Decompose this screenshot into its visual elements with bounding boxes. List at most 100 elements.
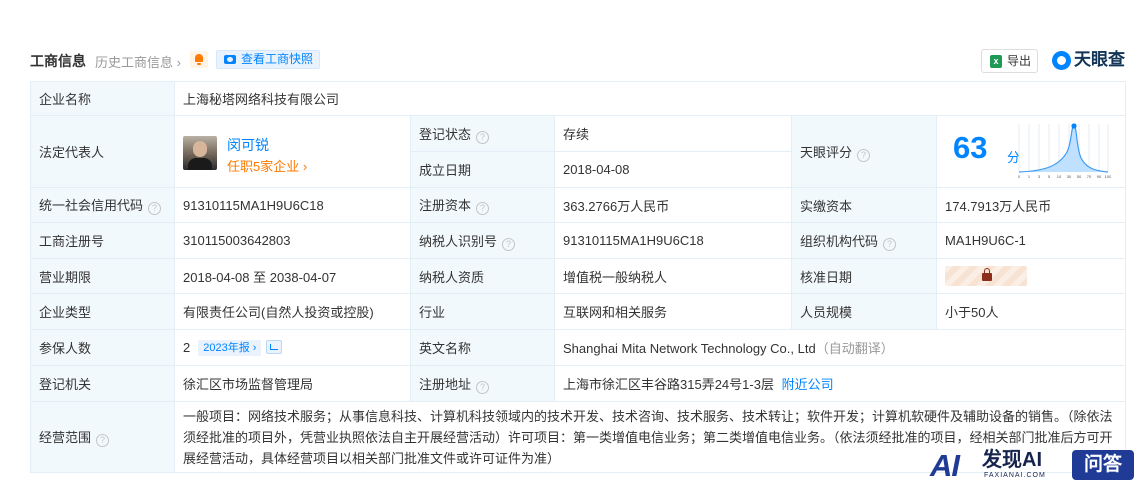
score-tick-label: 30 <box>1067 174 1072 179</box>
help-icon[interactable]: ? <box>857 148 871 162</box>
term-label: 营业期限 <box>30 258 175 294</box>
watermark: AI 发现AI FAXIANAI.COM 问答 <box>930 446 1142 486</box>
insured-cell: 2 2023年报 › <box>174 329 411 366</box>
avatar[interactable] <box>183 136 217 170</box>
scope-label-cell: 经营范围? <box>30 401 175 473</box>
staff-size-label: 人员规模 <box>791 293 937 330</box>
score-tick-label: 3 <box>1038 174 1041 179</box>
table-row: 法定代表人 闵可锐 任职5家企业 › 登记状态? 存续 天眼评分? 63 分 0… <box>30 115 1127 188</box>
watermark-qa-button: 问答 <box>1072 450 1134 480</box>
export-button-label[interactable]: 导出 <box>1007 54 1031 68</box>
history-link[interactable]: 历史工商信息 › <box>95 52 181 71</box>
table-row: 企业类型 有限责任公司(自然人投资或控股) 行业 互联网和相关服务 人员规模 小… <box>30 293 1127 330</box>
english-name-value: Shanghai Mita Network Technology Co., Lt… <box>563 341 816 356</box>
section-header: 工商信息 历史工商信息 › 查看工商快照 x 导出 天眼查 <box>30 48 1126 73</box>
score-tick-label: 70 <box>1087 174 1092 179</box>
auto-translate-note: （自动翻译） <box>815 341 894 356</box>
table-row: 登记机关 徐汇区市场监督管理局 注册地址? 上海市徐汇区丰谷路315弄24号1-… <box>30 365 1127 402</box>
chevron-right-icon: › <box>176 55 181 70</box>
table-row: 企业名称 上海秘塔网络科技有限公司 <box>30 81 1127 116</box>
export-button[interactable]: x 导出 <box>981 49 1038 73</box>
brand-logo: 天眼查 <box>1052 49 1125 71</box>
table-row: 工商注册号 310115003642803 纳税人识别号? 91310115MA… <box>30 222 1127 259</box>
credit-code-value: 91310115MA1H9U6C18 <box>174 187 411 223</box>
tax-id-value: 91310115MA1H9U6C18 <box>554 222 792 259</box>
nearby-companies-link[interactable]: 附近公司 <box>782 377 834 392</box>
brand-eye-icon <box>1052 51 1071 70</box>
help-icon[interactable]: ? <box>883 237 897 251</box>
staff-size-value: 小于50人 <box>935 293 1127 330</box>
term-value: 2018-04-08 至 2038-04-07 <box>174 258 411 294</box>
company-type-value: 有限责任公司(自然人投资或控股) <box>174 293 411 330</box>
industry-label: 行业 <box>410 293 555 330</box>
section-title: 工商信息 <box>30 53 86 69</box>
org-code-label-cell: 组织机构代码? <box>791 222 937 259</box>
chevron-right-icon: › <box>252 341 257 354</box>
company-type-label: 企业类型 <box>30 293 175 330</box>
watermark-subtitle: FAXIANAI.COM <box>984 472 1046 479</box>
score-tick-label: 1 <box>1028 174 1031 179</box>
company-name-label: 企业名称 <box>30 81 175 116</box>
reg-no-value: 310115003642803 <box>174 222 411 259</box>
help-icon[interactable]: ? <box>96 434 110 447</box>
watermark-ai-logo: AI <box>930 448 960 483</box>
score-value: 63 <box>953 130 988 165</box>
help-icon[interactable]: ? <box>148 202 162 215</box>
trend-chart-icon[interactable] <box>266 339 283 354</box>
authority-label: 登记机关 <box>30 365 175 402</box>
company-name: 上海秘塔网络科技有限公司 <box>173 81 1127 116</box>
legal-rep-name[interactable]: 闵可锐 <box>227 135 269 155</box>
help-icon[interactable]: ? <box>476 130 490 144</box>
authority-value: 徐汇区市场监督管理局 <box>174 365 411 402</box>
tax-id-label: 纳税人识别号 <box>419 233 498 249</box>
score-tick-label: 90 <box>1097 174 1102 179</box>
reg-capital-label: 注册资本 <box>419 198 472 213</box>
score-tick-label: 10 <box>1057 174 1062 179</box>
reg-no-label: 工商注册号 <box>30 222 175 259</box>
watermark-title: 发现AI <box>982 449 1042 471</box>
address-value: 上海市徐汇区丰谷路315弄24号1-3层 <box>563 377 774 392</box>
snapshot-button-label[interactable]: 查看工商快照 <box>241 52 313 66</box>
address-label: 注册地址 <box>419 376 472 392</box>
english-name-cell: Shanghai Mita Network Technology Co., Lt… <box>553 329 1127 366</box>
score-distribution-chart: 0 1 3 5 10 30 50 70 90 100 <box>1018 123 1111 179</box>
table-row: 统一社会信用代码? 91310115MA1H9U6C18 注册资本? 363.2… <box>30 187 1127 223</box>
tax-id-label-cell: 纳税人识别号? <box>410 222 555 259</box>
legal-rep-label: 法定代表人 <box>30 115 175 188</box>
business-info-table: 企业名称 上海秘塔网络科技有限公司 法定代表人 闵可锐 任职5家企业 › 登记状… <box>30 81 1127 473</box>
score-cell[interactable]: 63 分 0 1 3 5 10 30 50 70 90 100 <box>935 115 1127 188</box>
score-tick-label: 100 <box>1105 174 1111 179</box>
legal-rep-cell: 闵可锐 任职5家企业 › <box>174 115 411 188</box>
founded-value: 2018-04-08 <box>554 151 792 188</box>
reg-capital-label-cell: 注册资本? <box>410 187 555 223</box>
credit-code-label: 统一社会信用代码 <box>39 198 144 213</box>
help-icon[interactable]: ? <box>476 380 490 394</box>
score-label: 天眼评分 <box>800 144 853 160</box>
snapshot-button[interactable]: 查看工商快照 <box>216 50 321 69</box>
paid-capital-label: 实缴资本 <box>791 187 937 223</box>
score-tick-label: 5 <box>1048 174 1051 179</box>
help-icon[interactable]: ? <box>476 202 490 215</box>
industry-value: 互联网和相关服务 <box>554 293 792 330</box>
history-link-label[interactable]: 历史工商信息 <box>95 55 173 70</box>
taxpayer-label: 纳税人资质 <box>410 258 555 294</box>
annual-report-label[interactable]: 2023年报 <box>203 342 249 354</box>
credit-code-label-cell: 统一社会信用代码? <box>30 187 175 223</box>
table-row: 营业期限 2018-04-08 至 2038-04-07 纳税人资质 增值税一般… <box>30 258 1127 294</box>
address-label-cell: 注册地址? <box>410 365 555 402</box>
excel-icon: x <box>990 55 1002 68</box>
score-tick-label: 50 <box>1077 174 1082 179</box>
legal-rep-companies-link[interactable]: 任职5家企业 › <box>227 156 307 175</box>
org-code-value: MA1H9U6C-1 <box>935 222 1127 259</box>
help-icon[interactable]: ? <box>502 237 516 251</box>
approval-date-cell <box>935 258 1127 294</box>
status-label-cell: 登记状态? <box>410 115 555 152</box>
founded-label: 成立日期 <box>410 151 555 188</box>
approval-date-label: 核准日期 <box>791 258 937 294</box>
status-label: 登记状态 <box>419 126 472 142</box>
score-tick-label: 0 <box>1018 174 1021 179</box>
annual-report-badge[interactable]: 2023年报 › <box>198 339 262 356</box>
locked-content[interactable] <box>945 266 1027 286</box>
bell-icon[interactable] <box>190 51 208 68</box>
insured-label: 参保人数 <box>30 329 175 366</box>
